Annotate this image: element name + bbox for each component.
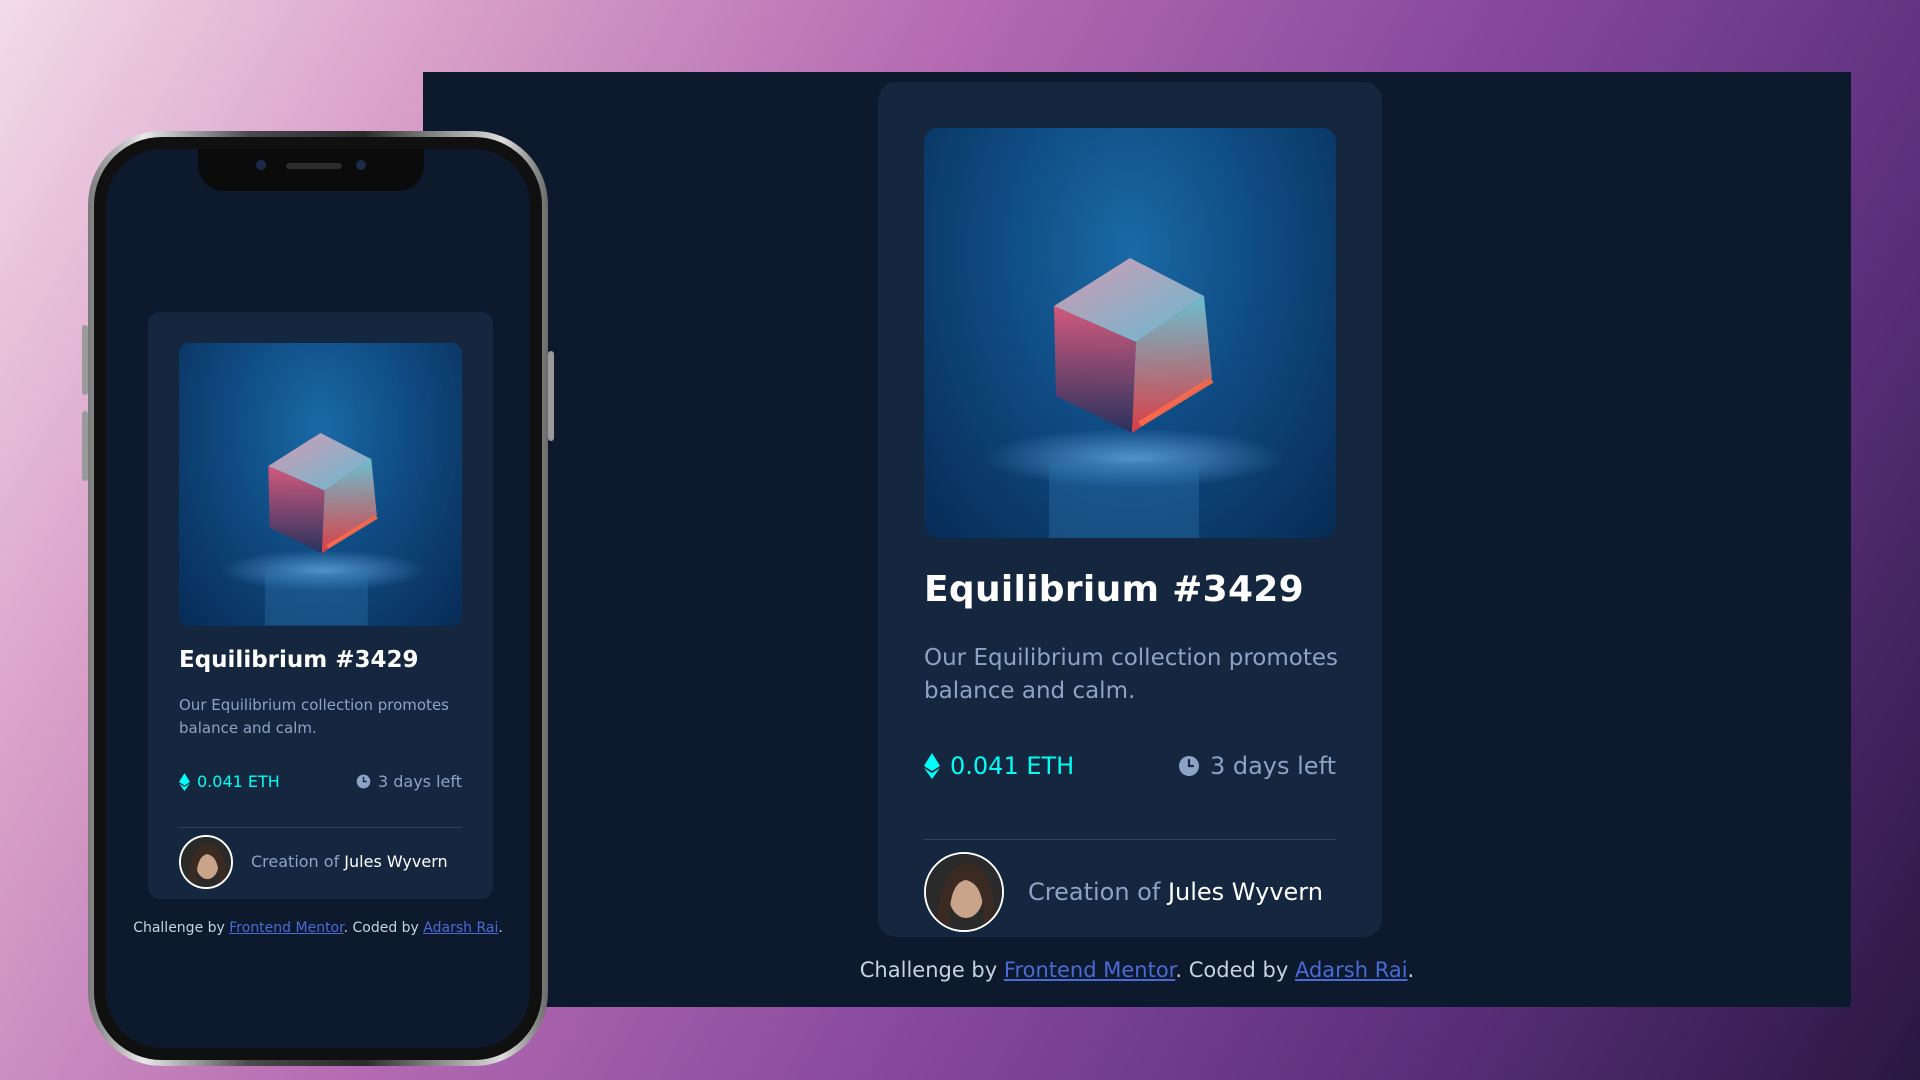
creator-prefix: Creation of xyxy=(251,852,340,871)
phone-mockup: Equilibrium #3429 Our Equilibrium collec… xyxy=(82,131,554,1066)
creator-line: Creation of Jules Wyvern xyxy=(1028,878,1323,906)
author-link[interactable]: Adarsh Rai xyxy=(423,920,498,936)
time-left-value: 3 days left xyxy=(377,772,462,791)
clock-icon xyxy=(1178,756,1199,776)
crystal-cube-icon xyxy=(984,258,1284,538)
card-meta: 0.041 ETH 3 days left xyxy=(179,772,462,794)
nft-card: Equilibrium #3429 Our Equilibrium collec… xyxy=(878,82,1382,937)
price: 0.041 ETH xyxy=(179,772,280,791)
price-value: 0.041 ETH xyxy=(950,752,1075,780)
footer-middle: . Coded by xyxy=(1175,958,1289,982)
front-camera-icon xyxy=(256,160,266,170)
footer-prefix: Challenge by xyxy=(133,920,225,936)
creator-line: Creation of Jules Wyvern xyxy=(251,852,448,871)
avatar xyxy=(924,852,1004,932)
desktop-preview: Equilibrium #3429 Our Equilibrium collec… xyxy=(423,72,1851,1007)
crystal-cube-icon xyxy=(220,432,427,626)
card-description: Our Equilibrium collection promotes bala… xyxy=(924,645,1338,704)
time-left: 3 days left xyxy=(1178,752,1336,780)
nft-image[interactable] xyxy=(924,128,1336,538)
time-left-value: 3 days left xyxy=(1209,752,1336,780)
creator-name[interactable]: Jules Wyvern xyxy=(1168,878,1323,906)
ethereum-icon xyxy=(179,772,190,791)
volume-up-button xyxy=(82,325,88,395)
ethereum-icon xyxy=(924,753,940,779)
attribution-footer: Challenge by Frontend Mentor. Coded by A… xyxy=(106,920,530,936)
divider xyxy=(924,839,1336,840)
phone-notch xyxy=(198,149,424,191)
power-button xyxy=(548,351,554,441)
footer-prefix: Challenge by xyxy=(859,958,998,982)
frontend-mentor-link[interactable]: Frontend Mentor xyxy=(229,920,343,936)
avatar xyxy=(179,835,233,889)
phone-bezel: Equilibrium #3429 Our Equilibrium collec… xyxy=(94,137,542,1060)
price-value: 0.041 ETH xyxy=(197,772,280,791)
mobile-preview: Equilibrium #3429 Our Equilibrium collec… xyxy=(106,149,530,1048)
card-meta: 0.041 ETH 3 days left xyxy=(924,752,1336,788)
divider xyxy=(179,827,462,828)
frontend-mentor-link[interactable]: Frontend Mentor xyxy=(1004,958,1176,982)
footer-suffix: . xyxy=(1407,958,1415,982)
card-title[interactable]: Equilibrium #3429 xyxy=(924,569,1344,610)
volume-down-button xyxy=(82,411,88,481)
speaker-icon xyxy=(286,163,342,169)
card-title[interactable]: Equilibrium #3429 xyxy=(179,647,419,673)
nft-image[interactable] xyxy=(179,343,462,626)
card-description: Our Equilibrium collection promotes bala… xyxy=(179,696,449,737)
clock-icon xyxy=(356,774,371,789)
footer-middle: . Coded by xyxy=(343,920,419,936)
attribution-footer: Challenge by Frontend Mentor. Coded by A… xyxy=(423,958,1851,982)
creator-avatar-icon xyxy=(181,837,231,887)
footer-suffix: . xyxy=(498,920,503,936)
price: 0.041 ETH xyxy=(924,752,1074,780)
creator-avatar-icon xyxy=(926,854,1002,930)
creator-prefix: Creation of xyxy=(1028,878,1161,906)
author-link[interactable]: Adarsh Rai xyxy=(1295,958,1408,982)
sensor-icon xyxy=(356,160,366,170)
creator-name[interactable]: Jules Wyvern xyxy=(344,852,447,871)
nft-card: Equilibrium #3429 Our Equilibrium collec… xyxy=(148,312,493,899)
time-left: 3 days left xyxy=(356,772,462,791)
